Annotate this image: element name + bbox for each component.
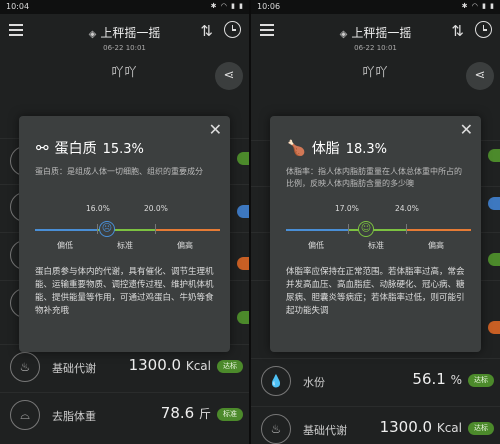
row-label: 基础代谢 bbox=[52, 362, 96, 375]
threshold-low: 17.0% bbox=[335, 204, 359, 213]
low-segment bbox=[35, 229, 97, 231]
high-segment bbox=[155, 229, 220, 231]
tick bbox=[97, 224, 98, 234]
top-bar: ◈ 上秤摇一摇 06-22 10:01 ⇅ bbox=[251, 14, 500, 68]
row-value: 78.6 斤 bbox=[160, 404, 211, 422]
phone-screen-right: 10:06 ✱ ◠ ▮ ▮ ◈ 上秤摇一摇 06-22 10:01 ⇅ 吖吖 ⋖ … bbox=[251, 0, 500, 444]
dialog-description: 蛋白质：是组成人体一切细胞、组织的重要成分 bbox=[35, 167, 203, 176]
threshold-high: 20.0% bbox=[144, 204, 168, 213]
status-badge bbox=[237, 257, 249, 270]
row-label: 水份 bbox=[303, 376, 325, 389]
normal-segment bbox=[348, 229, 406, 231]
info-dialog: ✕ ⚯ 蛋白质 15.3% 蛋白质：是组成人体一切细胞、组织的重要成分 16.0% … bbox=[19, 116, 230, 352]
label-high: 偏高 bbox=[177, 241, 193, 250]
close-icon[interactable]: ✕ bbox=[460, 122, 473, 138]
dialog-title: 🍗 体脂 18.3% bbox=[287, 139, 387, 157]
label-normal: 标准 bbox=[117, 241, 133, 250]
status-badge bbox=[237, 152, 249, 165]
share-icon[interactable]: ⋖ bbox=[215, 62, 243, 90]
status-badge bbox=[488, 149, 500, 162]
phone-screen-left: 10:04 ✱ ◠ ▮ ▮ ◈ 上秤摇一摇 06-22 10:01 ⇅ 吖吖 ⋖ … bbox=[0, 0, 249, 444]
status-badge: 达标 bbox=[468, 374, 494, 387]
status-icons: ✱ ◠ ▮ ▮ bbox=[461, 2, 495, 10]
status-time: 10:04 bbox=[6, 2, 30, 11]
threshold-low: 16.0% bbox=[86, 204, 110, 213]
list-item[interactable]: ♨ 基础代谢 1300.0 Kcal 达标 bbox=[251, 406, 500, 444]
sort-icon[interactable]: ⇅ bbox=[451, 22, 464, 40]
info-dialog: ✕ 🍗 体脂 18.3% 体脂率：指人体内脂肪重量在人体总体重中所占的比例，反映人体… bbox=[270, 116, 481, 352]
shake-icon: ◈ bbox=[88, 29, 97, 40]
user-name: 吖吖 bbox=[362, 65, 389, 79]
measure-time: 06-22 10:01 bbox=[103, 44, 146, 52]
drumstick-icon: 🍗 bbox=[287, 139, 306, 157]
dialog-body: 体脂率应保持在正常范围。若体脂率过高，常会并发高血压、高血脂症、动脉硬化、冠心病… bbox=[286, 267, 465, 316]
flame-icon: ♨ bbox=[261, 414, 291, 444]
range-scale: 17.0% 24.0% ☺ 偏低 标准 偏高 bbox=[286, 204, 471, 264]
status-badge bbox=[488, 197, 500, 210]
sad-face-icon: ☹ bbox=[99, 221, 115, 237]
row-label: 基础代谢 bbox=[303, 424, 347, 437]
high-segment bbox=[406, 229, 471, 231]
status-icons: ✱ ◠ ▮ ▮ bbox=[210, 2, 244, 10]
status-badge bbox=[237, 205, 249, 218]
tick bbox=[348, 224, 349, 234]
dialog-body: 蛋白质参与体内的代谢，具有催化、调节生理机能、运输重要物质、调控遗传过程、维护机… bbox=[35, 267, 214, 316]
status-badge: 达标 bbox=[468, 422, 494, 435]
top-bar: ◈ 上秤摇一摇 06-22 10:01 ⇅ bbox=[0, 14, 249, 68]
measure-time: 06-22 10:01 bbox=[354, 44, 397, 52]
status-time: 10:06 bbox=[257, 2, 281, 11]
flame-icon: ♨ bbox=[10, 352, 40, 382]
protein-icon: ⚯ bbox=[36, 139, 49, 157]
row-value: 1300.0 Kcal bbox=[128, 356, 211, 374]
status-bar: 10:04 ✱ ◠ ▮ ▮ bbox=[0, 0, 249, 14]
label-high: 偏高 bbox=[428, 241, 444, 250]
label-normal: 标准 bbox=[368, 241, 384, 250]
shake-icon: ◈ bbox=[339, 29, 348, 40]
history-clock-icon[interactable] bbox=[224, 21, 241, 38]
tick bbox=[155, 224, 156, 234]
status-badge: 达标 bbox=[217, 360, 243, 373]
low-segment bbox=[286, 229, 348, 231]
water-drop-icon: 💧 bbox=[261, 366, 291, 396]
row-value: 1300.0 Kcal bbox=[379, 418, 462, 436]
user-name: 吖吖 bbox=[111, 65, 138, 79]
list-item[interactable]: ⌓ 去脂体重 78.6 斤 标准 bbox=[0, 392, 249, 439]
scale-icon: ⌓ bbox=[10, 400, 40, 430]
dialog-percent: 18.3% bbox=[345, 142, 387, 157]
sort-icon[interactable]: ⇅ bbox=[200, 22, 213, 40]
range-scale: 16.0% 20.0% ☹ 偏低 标准 偏高 bbox=[35, 204, 220, 264]
dialog-description: 体脂率：指人体内脂肪重量在人体总体重中所占的比例，反映人体内脂肪含量的多少噢 bbox=[286, 167, 462, 188]
threshold-high: 24.0% bbox=[395, 204, 419, 213]
label-low: 偏低 bbox=[308, 241, 324, 250]
tick bbox=[406, 224, 407, 234]
close-icon[interactable]: ✕ bbox=[209, 122, 222, 138]
status-badge bbox=[237, 311, 249, 324]
smile-face-icon: ☺ bbox=[358, 221, 374, 237]
list-item[interactable]: 💧 水份 56.1 % 达标 bbox=[251, 358, 500, 405]
share-icon[interactable]: ⋖ bbox=[466, 62, 494, 90]
status-badge: 标准 bbox=[217, 408, 243, 421]
history-clock-icon[interactable] bbox=[475, 21, 492, 38]
label-low: 偏低 bbox=[57, 241, 73, 250]
dialog-percent: 15.3% bbox=[102, 142, 144, 157]
status-badge bbox=[488, 253, 500, 266]
row-value: 56.1 % bbox=[412, 370, 462, 388]
dialog-title: ⚯ 蛋白质 15.3% bbox=[36, 139, 144, 157]
row-label: 去脂体重 bbox=[52, 410, 96, 423]
status-badge bbox=[488, 321, 500, 334]
status-bar: 10:06 ✱ ◠ ▮ ▮ bbox=[251, 0, 500, 14]
